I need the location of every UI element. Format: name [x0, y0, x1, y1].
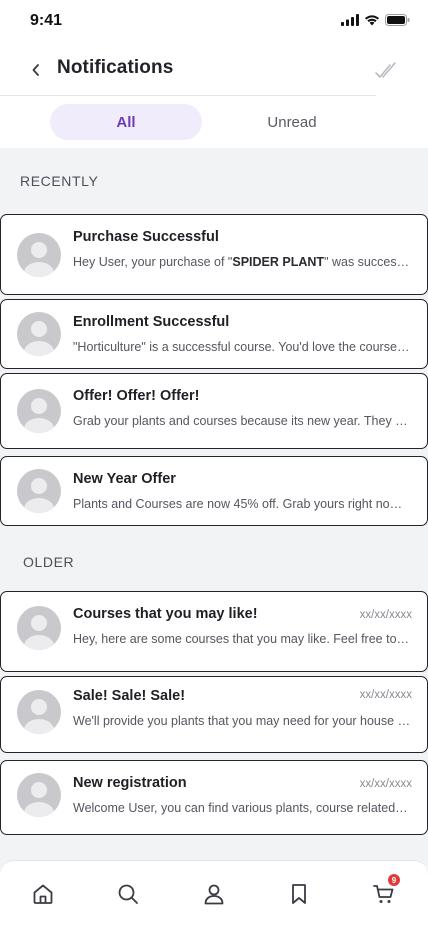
home-icon — [33, 884, 53, 904]
notification-card[interactable]: Offer! Offer! Offer! Grab your plants an… — [0, 373, 428, 449]
notification-message: Grab your plants and courses because its… — [73, 414, 411, 428]
nav-search[interactable] — [115, 881, 141, 907]
notification-card[interactable]: Enrollment Successful "Horticulture" is … — [0, 299, 428, 369]
notification-title: Purchase Successful — [73, 229, 219, 245]
notification-date: xx/xx/xxxx — [359, 609, 412, 621]
page-title: Notifications — [57, 57, 174, 78]
cart-count-badge: 9 — [388, 874, 400, 886]
notification-card[interactable]: New registration xx/xx/xxxx Welcome User… — [0, 760, 428, 835]
nav-cart[interactable]: 9 — [371, 874, 400, 907]
avatar — [17, 690, 61, 734]
avatar — [17, 606, 61, 650]
section-title-older: OLDER — [23, 554, 75, 570]
bookmark-icon — [292, 884, 306, 904]
avatar — [17, 233, 61, 277]
nav-home[interactable] — [30, 881, 56, 907]
tab-unread[interactable]: Unread — [216, 104, 368, 140]
nav-profile[interactable] — [201, 881, 227, 907]
notification-title: Enrollment Successful — [73, 314, 230, 330]
notification-date: xx/xx/xxxx — [359, 689, 412, 701]
notification-message: Hey User, your purchase of "SPIDER PLANT… — [73, 255, 411, 269]
profile-icon — [204, 884, 224, 905]
chevron-left-icon — [32, 64, 39, 76]
notification-title: Sale! Sale! Sale! — [73, 688, 186, 704]
avatar — [17, 469, 61, 513]
status-time: 9:41 — [30, 12, 63, 29]
filter-tabs: All Unread — [0, 96, 428, 148]
notification-title: New Year Offer — [73, 471, 176, 487]
double-check-icon — [375, 62, 396, 78]
notification-card[interactable]: New Year Offer Plants and Courses are no… — [0, 456, 428, 526]
notification-card[interactable]: Purchase Successful Hey User, your purch… — [0, 214, 428, 295]
status-icons — [341, 14, 410, 26]
notification-title: Courses that you may like! — [73, 606, 258, 622]
bottom-nav: 9 — [0, 860, 428, 926]
section-title-recent: RECENTLY — [20, 173, 99, 189]
avatar — [17, 773, 61, 817]
notification-message: We'll provide you plants that you may ne… — [73, 714, 411, 728]
back-button[interactable] — [26, 60, 46, 80]
battery-icon — [385, 14, 410, 26]
notification-title: Offer! Offer! Offer! — [73, 388, 200, 404]
notification-message: "Horticulture" is a successful course. Y… — [73, 340, 411, 354]
notification-message: Plants and Courses are now 45% off. Grab… — [73, 497, 411, 511]
signal-icon — [341, 14, 359, 26]
notification-card[interactable]: Courses that you may like! xx/xx/xxxx He… — [0, 591, 428, 672]
notification-title: New registration — [73, 775, 187, 791]
notification-message: Welcome User, you can find various plant… — [73, 801, 411, 815]
wifi-icon — [365, 15, 379, 26]
tab-all[interactable]: All — [50, 104, 202, 140]
notification-card[interactable]: Sale! Sale! Sale! xx/xx/xxxx We'll provi… — [0, 676, 428, 753]
status-bar: 9:41 — [0, 0, 428, 44]
notification-date: xx/xx/xxxx — [359, 778, 412, 790]
nav-bookmarks[interactable] — [286, 881, 312, 907]
header: Notifications — [0, 44, 428, 96]
search-icon — [118, 884, 138, 904]
mark-all-read-button[interactable] — [374, 58, 398, 82]
notification-message: Hey, here are some courses that you may … — [73, 632, 411, 646]
avatar — [17, 312, 61, 356]
avatar — [17, 389, 61, 433]
